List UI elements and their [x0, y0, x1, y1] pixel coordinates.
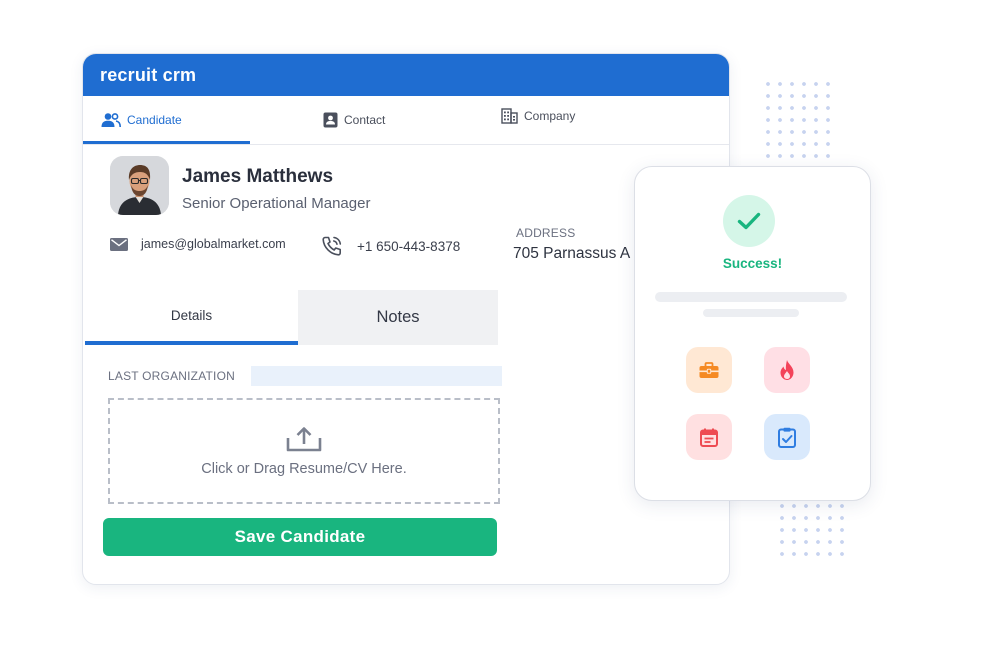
building-icon — [501, 108, 518, 124]
app-header: recruit crm — [83, 54, 729, 96]
success-message: Success! — [722, 256, 783, 271]
tab-company[interactable]: Company — [501, 92, 575, 140]
candidate-email[interactable]: james@globalmarket.com — [141, 237, 286, 251]
save-candidate-button[interactable]: Save Candidate — [103, 518, 497, 556]
briefcase-tile[interactable] — [686, 347, 732, 393]
candidate-phone[interactable]: +1 650-443-8378 — [357, 239, 460, 254]
clipboard-check-icon — [778, 427, 796, 448]
flame-tile[interactable] — [764, 347, 810, 393]
tab-notes[interactable]: Notes — [298, 290, 498, 345]
tab-contact[interactable]: Contact — [323, 96, 385, 144]
address-label: ADDRESS — [516, 226, 576, 240]
tab-candidate[interactable]: Candidate — [101, 96, 182, 144]
success-card: Success! — [634, 166, 871, 501]
contact-card-icon — [323, 112, 338, 128]
entity-tabs: Candidate Contact Company — [83, 96, 729, 145]
candidate-form-card: recruit crm Candidate Contact Company Ja… — [82, 53, 730, 585]
check-icon — [737, 212, 761, 230]
candidate-name: James Matthews — [182, 166, 334, 187]
tab-details[interactable]: Details — [85, 290, 298, 345]
briefcase-icon — [699, 361, 719, 378]
resume-dropzone[interactable]: Click or Drag Resume/CV Here. — [108, 398, 500, 504]
placeholder-line — [703, 309, 799, 317]
mail-icon — [110, 237, 128, 251]
dot-pattern-decoration — [776, 500, 848, 562]
tab-candidate-label: Candidate — [127, 113, 182, 127]
tab-company-label: Company — [524, 109, 576, 123]
avatar — [110, 156, 169, 215]
detail-tabs: Details Notes — [85, 290, 498, 345]
flame-icon — [780, 360, 794, 380]
phone-row: +1 650-443-8378 — [321, 235, 460, 257]
upload-icon — [286, 426, 322, 451]
calendar-icon — [700, 428, 718, 447]
profile-photo — [110, 156, 169, 215]
email-row: james@globalmarket.com — [110, 237, 286, 251]
clipboard-tile[interactable] — [764, 414, 810, 460]
tab-contact-label: Contact — [344, 113, 386, 127]
phone-call-icon — [322, 236, 342, 256]
address-value: 705 Parnassus A — [513, 245, 631, 262]
placeholder-line — [655, 292, 847, 302]
candidate-title: Senior Operational Manager — [182, 195, 371, 212]
last-organization-label: LAST ORGANIZATION — [108, 369, 235, 383]
success-check-badge — [723, 195, 775, 247]
users-icon — [101, 113, 121, 128]
last-organization-input[interactable] — [251, 366, 502, 386]
brand-logo-text: recruit crm — [100, 64, 197, 85]
calendar-tile[interactable] — [686, 414, 732, 460]
active-tab-indicator — [83, 141, 250, 144]
dropzone-text: Click or Drag Resume/CV Here. — [201, 460, 407, 477]
